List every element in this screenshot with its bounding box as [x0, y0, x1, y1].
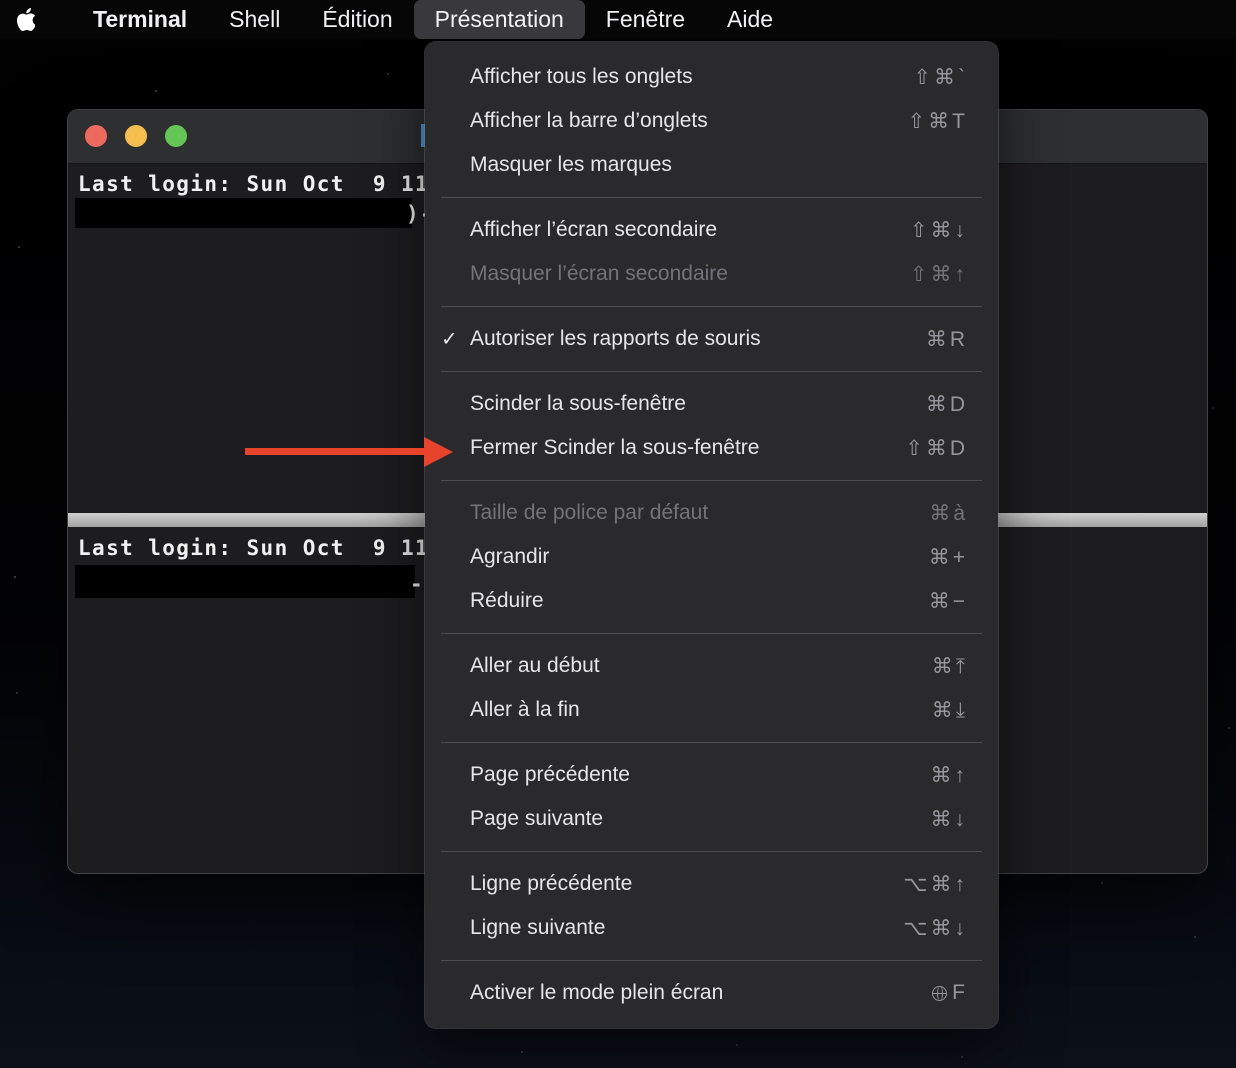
menubar-item-edition[interactable]: Édition — [301, 0, 413, 39]
menu-item-show-all-tabs[interactable]: Afficher tous les onglets ⇧⌘` — [425, 55, 998, 99]
menu-item-bigger[interactable]: Agrandir ⌘+ — [425, 535, 998, 579]
menu-item-shortcut: ⌘⤓ — [931, 698, 968, 722]
menu-item-label: Aller au début — [470, 654, 600, 677]
globe-icon — [932, 986, 948, 1001]
menu-item-shortcut: ⌘D — [925, 392, 968, 416]
terminal-output-line: Last login: Sun Oct 9 11 — [78, 172, 430, 196]
menu-item-shortcut: ⌥⌘↓ — [903, 916, 968, 940]
menu-separator — [441, 197, 982, 198]
menu-item-label: Fermer Scinder la sous-fenêtre — [470, 436, 760, 459]
menu-item-show-secondary-screen[interactable]: Afficher l’écran secondaire ⇧⌘↓ — [425, 208, 998, 252]
menu-item-label: Scinder la sous-fenêtre — [470, 392, 686, 415]
menu-item-label: Aller à la fin — [470, 698, 580, 721]
terminal-output-line: Last login: Sun Oct 9 11 — [78, 536, 430, 560]
menu-item-close-split-pane[interactable]: Fermer Scinder la sous-fenêtre ⇧⌘D — [425, 426, 998, 470]
menubar-item-presentation[interactable]: Présentation — [413, 0, 585, 39]
checkmark-icon: ✓ — [441, 328, 458, 351]
menu-item-shortcut: ⇧⌘↓ — [909, 218, 968, 242]
prompt-fragment: - — [410, 572, 425, 596]
menubar-item-fenetre[interactable]: Fenêtre — [585, 0, 706, 39]
close-window-button[interactable] — [85, 125, 107, 147]
menu-item-hide-secondary-screen: Masquer l’écran secondaire ⇧⌘↑ — [425, 252, 998, 296]
menu-item-shortcut: ⇧⌘D — [905, 436, 968, 460]
menu-item-hide-marks[interactable]: Masquer les marques — [425, 143, 998, 187]
menu-item-label: Afficher tous les onglets — [470, 65, 693, 88]
menu-item-label: Ligne précédente — [470, 872, 633, 895]
menu-item-label: Page suivante — [470, 807, 604, 830]
menu-item-shortcut: F — [932, 981, 968, 1005]
menubar-item-shell[interactable]: Shell — [208, 0, 301, 39]
menu-item-split-pane[interactable]: Scinder la sous-fenêtre ⌘D — [425, 382, 998, 426]
menu-item-label: Masquer l’écran secondaire — [470, 262, 728, 285]
menu-item-shortcut: ⌘à — [929, 501, 968, 525]
menu-bar: Terminal Shell Édition Présentation Fenê… — [0, 0, 1236, 39]
menu-separator — [441, 742, 982, 743]
menu-item-label: Afficher l’écran secondaire — [470, 218, 718, 241]
apple-menu[interactable] — [0, 8, 52, 31]
menu-item-shortcut: ⌥⌘↑ — [903, 872, 968, 896]
apple-logo — [16, 8, 36, 31]
menu-separator — [441, 960, 982, 961]
menu-item-label: Masquer les marques — [470, 153, 672, 176]
menu-item-allow-mouse-reporting[interactable]: ✓ Autoriser les rapports de souris ⌘R — [425, 317, 998, 361]
menu-item-scroll-to-top[interactable]: Aller au début ⌘⤒ — [425, 644, 998, 688]
menu-separator — [441, 306, 982, 307]
menu-item-page-down[interactable]: Page suivante ⌘↓ — [425, 797, 998, 841]
menu-item-shortcut: ⇧⌘↑ — [909, 262, 968, 286]
menu-item-page-up[interactable]: Page précédente ⌘↑ — [425, 753, 998, 797]
menu-item-shortcut: ⌘R — [925, 327, 968, 351]
menu-item-label: Ligne suivante — [470, 916, 606, 939]
annotation-arrow-head — [424, 437, 453, 467]
menu-item-shortcut: ⌘↓ — [930, 807, 968, 831]
annotation-arrow-shaft — [245, 448, 427, 455]
menubar-item-terminal[interactable]: Terminal — [72, 0, 208, 39]
menu-item-label: Taille de police par défaut — [470, 501, 709, 524]
minimize-window-button[interactable] — [125, 125, 147, 147]
menu-item-label: Activer le mode plein écran — [470, 981, 724, 1004]
menu-item-shortcut: ⌘⤒ — [931, 654, 968, 678]
redacted-prompt-block — [75, 565, 415, 598]
menubar-item-aide[interactable]: Aide — [706, 0, 794, 39]
desktop: Terminal Shell Édition Présentation Fenê… — [0, 0, 1236, 1068]
menu-item-label: Réduire — [470, 589, 544, 612]
menu-separator — [441, 480, 982, 481]
menu-item-label: Agrandir — [470, 545, 550, 568]
presentation-menu: Afficher tous les onglets ⇧⌘` Afficher l… — [425, 42, 998, 1028]
menu-item-label: Autoriser les rapports de souris — [470, 327, 761, 350]
redacted-prompt-block — [75, 198, 412, 228]
menu-item-shortcut: ⇧⌘` — [913, 65, 968, 89]
menu-separator — [441, 371, 982, 372]
zoom-window-button[interactable] — [165, 125, 187, 147]
menu-separator — [441, 851, 982, 852]
menu-item-shortcut: ⌘− — [928, 589, 968, 613]
menu-item-smaller[interactable]: Réduire ⌘− — [425, 579, 998, 623]
menu-item-scroll-to-bottom[interactable]: Aller à la fin ⌘⤓ — [425, 688, 998, 732]
menu-item-line-up[interactable]: Ligne précédente ⌥⌘↑ — [425, 862, 998, 906]
menu-item-show-tab-bar[interactable]: Afficher la barre d’onglets ⇧⌘T — [425, 99, 998, 143]
menu-item-shortcut: ⌘+ — [928, 545, 968, 569]
menu-item-enter-full-screen[interactable]: Activer le mode plein écran F — [425, 971, 998, 1015]
menu-item-label: Afficher la barre d’onglets — [470, 109, 708, 132]
menu-separator — [441, 633, 982, 634]
menu-item-default-font-size: Taille de police par défaut ⌘à — [425, 491, 998, 535]
menu-item-label: Page précédente — [470, 763, 630, 786]
menu-item-shortcut: ⇧⌘T — [907, 109, 968, 133]
menu-item-line-down[interactable]: Ligne suivante ⌥⌘↓ — [425, 906, 998, 950]
menu-item-shortcut: ⌘↑ — [930, 763, 968, 787]
